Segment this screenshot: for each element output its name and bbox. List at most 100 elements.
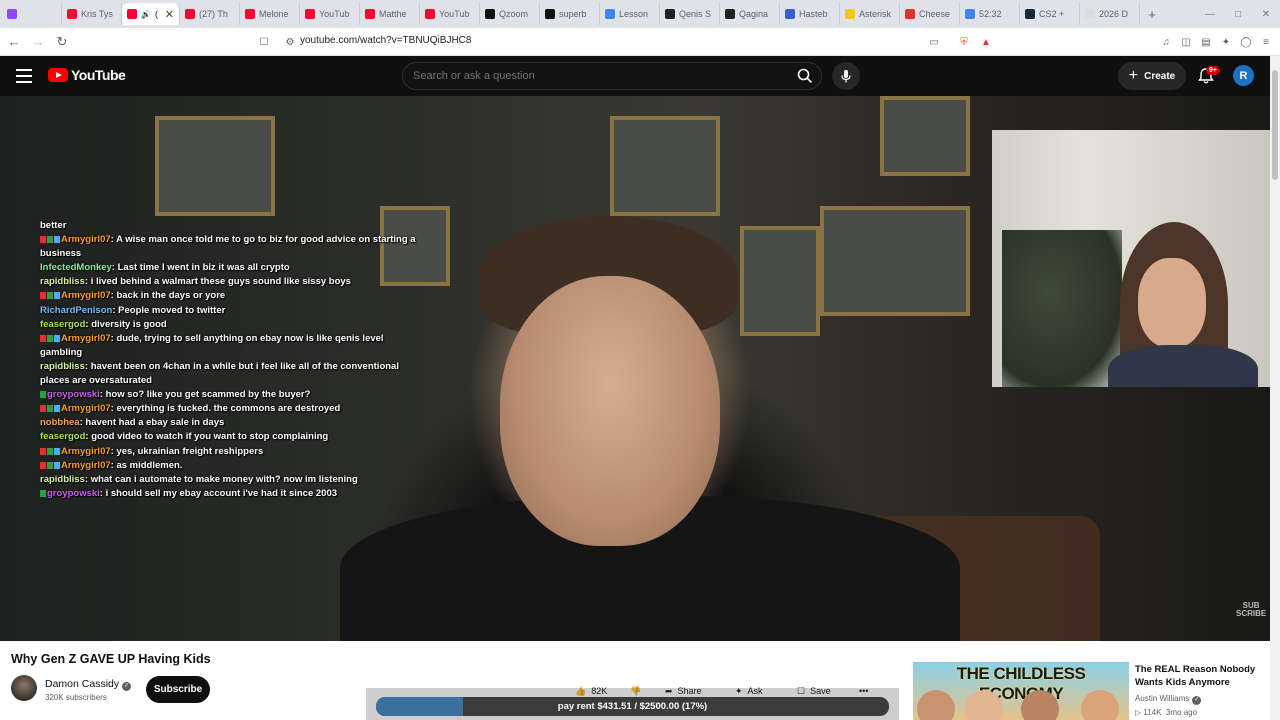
webcam-overlay bbox=[992, 130, 1270, 387]
scrollbar-thumb[interactable] bbox=[1272, 70, 1278, 180]
browser-tab[interactable]: Asterisk bbox=[840, 3, 900, 25]
notification-count-badge: 9+ bbox=[1206, 66, 1220, 75]
chat-badge-icon bbox=[40, 447, 46, 455]
browser-tab[interactable]: Qzoom bbox=[480, 3, 540, 25]
search-button[interactable] bbox=[791, 64, 819, 88]
browser-tab[interactable]: Matthe bbox=[360, 3, 420, 25]
browser-tab[interactable]: Qenis S bbox=[660, 3, 720, 25]
browser-tab[interactable]: CS2 + bbox=[1020, 3, 1080, 25]
page-scrollbar[interactable] bbox=[1270, 56, 1280, 720]
vpn-icon[interactable]: ◯ bbox=[1238, 34, 1254, 50]
account-avatar[interactable]: R bbox=[1233, 65, 1254, 86]
maximize-icon[interactable]: □ bbox=[1224, 0, 1252, 28]
browser-tab[interactable]: YouTub bbox=[300, 3, 360, 25]
chat-message: rapidbliss: havent been on 4chan in a wh… bbox=[40, 360, 420, 388]
recommended-video-title[interactable]: The REAL Reason Nobody Wants Kids Anymor… bbox=[1135, 663, 1265, 689]
chat-text: i should sell my ebay account i've had i… bbox=[105, 487, 338, 499]
minimize-icon[interactable]: — bbox=[1196, 0, 1224, 28]
tab-label: YouTub bbox=[439, 9, 470, 19]
tab-favicon-icon bbox=[245, 9, 255, 19]
tab-audio-icon[interactable]: 🔊 bbox=[141, 10, 151, 19]
tab-favicon-icon bbox=[845, 9, 855, 19]
verified-check-icon: ✓ bbox=[122, 682, 132, 691]
forward-icon[interactable]: → bbox=[28, 32, 48, 52]
youtube-header: YouTube + Create 9+ R bbox=[0, 56, 1270, 96]
chat-message: InfectedMonkey: Last time I went in biz … bbox=[40, 261, 420, 275]
browser-tab[interactable]: Melone bbox=[240, 3, 300, 25]
create-button[interactable]: + Create bbox=[1118, 62, 1186, 90]
chat-text: how so? like you get scammed by the buye… bbox=[105, 389, 311, 401]
url-field[interactable]: youtube.com/watch?v=TBNUQiBJHC8 bbox=[300, 35, 471, 46]
chat-text: everything is fucked. the commons are de… bbox=[116, 403, 341, 415]
browser-tab[interactable]: 52:32 bbox=[960, 3, 1020, 25]
hamburger-menu-icon[interactable] bbox=[16, 69, 32, 83]
tab-label: Qenis S bbox=[679, 9, 712, 19]
thumbnail-figure bbox=[1081, 690, 1119, 720]
browser-tab[interactable]: Qagina bbox=[720, 3, 780, 25]
browser-tab[interactable]: Kris Tys bbox=[62, 3, 122, 25]
youtube-logo[interactable]: YouTube bbox=[48, 67, 126, 83]
wall-painting bbox=[155, 116, 275, 216]
tab-label: Qagina bbox=[739, 9, 769, 19]
browser-tab[interactable]: Lesson bbox=[600, 3, 660, 25]
channel-avatar[interactable] bbox=[11, 675, 37, 701]
browser-tab[interactable]: Hasteb bbox=[780, 3, 840, 25]
tab-label: superb bbox=[559, 9, 587, 19]
thumbnail-figure bbox=[965, 690, 1003, 720]
chat-text: havent been on 4chan in a while but i fe… bbox=[40, 360, 399, 387]
browser-tab[interactable] bbox=[2, 3, 62, 25]
voice-search-button[interactable] bbox=[832, 62, 860, 90]
browser-tab[interactable]: 2026 D bbox=[1080, 3, 1140, 25]
streamer-body bbox=[1108, 345, 1258, 387]
sidebar-icon[interactable]: ◫ bbox=[1178, 34, 1194, 50]
tab-label: Lesson bbox=[619, 9, 649, 19]
new-tab-button[interactable]: + bbox=[1140, 7, 1164, 22]
leo-ai-icon[interactable]: ✦ bbox=[1218, 34, 1234, 50]
site-info-icon[interactable]: ⚙ bbox=[282, 34, 298, 50]
reload-icon[interactable]: ↻ bbox=[52, 32, 72, 52]
browser-tab[interactable]: YouTub bbox=[420, 3, 480, 25]
brave-rewards-icon[interactable]: ▲ bbox=[978, 34, 994, 50]
tab-label: Hasteb bbox=[799, 9, 828, 19]
subscribe-button[interactable]: Subscribe bbox=[146, 676, 210, 703]
chat-message: Armygirl07: dude, trying to sell anythin… bbox=[40, 332, 420, 360]
brave-shield-icon[interactable]: ⛨ bbox=[956, 34, 972, 50]
tab-label: Cheese bbox=[919, 9, 951, 19]
subscribe-watermark[interactable]: SUB SCRIBE bbox=[1236, 602, 1266, 618]
media-icon[interactable]: ♫ bbox=[1158, 34, 1174, 50]
tab-label: Melone bbox=[259, 9, 289, 19]
channel-name[interactable]: Damon Cassidy ✓ bbox=[45, 678, 132, 691]
chat-message: Armygirl07: as middlemen. bbox=[40, 459, 420, 473]
browser-tab[interactable]: superb bbox=[540, 3, 600, 25]
browser-tab[interactable]: Cheese bbox=[900, 3, 960, 25]
wall-painting bbox=[880, 96, 970, 176]
recommended-age: 3mo ago bbox=[1165, 708, 1198, 717]
recommended-video-thumbnail[interactable]: THE CHILDLESS ECONOMY bbox=[913, 662, 1129, 720]
close-window-icon[interactable]: ✕ bbox=[1252, 0, 1280, 28]
tab-favicon-icon bbox=[1085, 9, 1095, 19]
back-icon[interactable]: ← bbox=[4, 32, 24, 52]
tab-close-icon[interactable]: ✕ bbox=[165, 8, 174, 21]
tab-favicon-icon bbox=[1025, 9, 1035, 19]
bookmark-icon[interactable]: ☐ bbox=[256, 34, 272, 50]
chat-message: feasergod: good video to watch if you wa… bbox=[40, 430, 420, 444]
recommended-meta: ▷ 114K 3mo ago bbox=[1135, 708, 1197, 717]
tab-label: Kris Tys bbox=[81, 9, 113, 19]
browser-tab[interactable]: 🔊(✕ bbox=[122, 3, 180, 25]
chat-text: People moved to twitter bbox=[118, 304, 226, 316]
donation-goal-bar: pay rent $431.51 / $2500.00 (17%) bbox=[376, 697, 889, 716]
tab-label: Asterisk bbox=[859, 9, 892, 19]
browser-tab-strip: Kris Tys 🔊(✕ (27) Th Melone YouTub Matthe YouT… bbox=[0, 0, 1280, 28]
chat-text: as middlemen. bbox=[116, 459, 183, 471]
tab-favicon-icon bbox=[785, 9, 795, 19]
wallet-icon[interactable]: ▤ bbox=[1198, 34, 1214, 50]
plant bbox=[1002, 230, 1122, 387]
recommended-channel[interactable]: Austin Williams ✓ bbox=[1135, 694, 1202, 705]
chat-username: rapidbliss bbox=[40, 360, 85, 372]
cast-icon[interactable]: ▭ bbox=[926, 34, 942, 50]
chat-badge-icon bbox=[47, 461, 53, 469]
search-input[interactable] bbox=[413, 63, 783, 89]
tab-favicon-icon bbox=[905, 9, 915, 19]
browser-tab[interactable]: (27) Th bbox=[180, 3, 240, 25]
menu-icon[interactable]: ≡ bbox=[1258, 34, 1274, 50]
